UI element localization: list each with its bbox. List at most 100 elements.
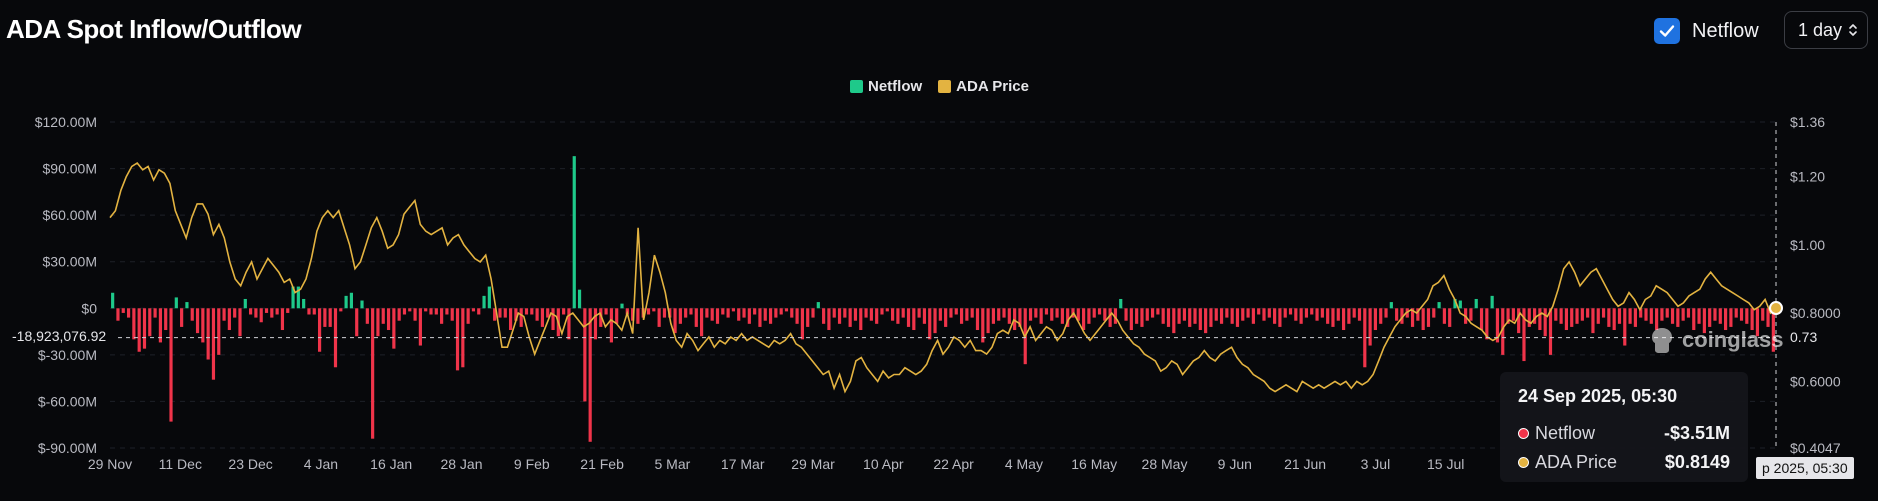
netflow-bar [1347, 308, 1351, 324]
netflow-bar [1373, 308, 1378, 331]
y-left-tick-label: $30.00M [43, 254, 97, 270]
netflow-bar [1225, 308, 1229, 318]
netflow-bar [1357, 308, 1362, 321]
netflow-bar [1320, 308, 1324, 318]
netflow-bar [1039, 308, 1043, 324]
netflow-bar [1713, 308, 1717, 321]
netflow-bar [503, 308, 507, 318]
netflow-bar [1267, 308, 1271, 318]
netflow-bar [747, 308, 751, 324]
netflow-bar [1150, 308, 1155, 318]
netflow-bar [1623, 308, 1627, 346]
x-tick-label: 9 Jun [1218, 456, 1252, 472]
netflow-bar [429, 308, 433, 315]
y-right-tick-label: $0.6000 [1790, 373, 1841, 389]
netflow-bar [906, 308, 911, 327]
netflow-bar [562, 308, 566, 315]
y-left-tick-label: $-60.00M [38, 393, 97, 409]
tooltip-dot-price [1518, 457, 1529, 468]
netflow-bar [1580, 308, 1584, 321]
netflow-bar [530, 308, 534, 315]
netflow-bar [1140, 308, 1144, 327]
netflow-bar [604, 308, 608, 315]
netflow-bar [1336, 308, 1340, 321]
tooltip-value-netflow: -$3.51M [1663, 423, 1730, 443]
netflow-bar [153, 308, 157, 318]
netflow-bar [477, 308, 481, 315]
y-right-tick-label: $0.8000 [1790, 305, 1841, 321]
netflow-bar [286, 308, 290, 313]
coinglass-logo-icon [1652, 328, 1672, 353]
x-tick-label: 15 Jul [1427, 456, 1464, 472]
netflow-bar [418, 308, 422, 346]
netflow-bar [848, 308, 852, 327]
netflow-bar [1670, 308, 1675, 324]
netflow-bar [726, 308, 730, 318]
netflow-bar [116, 308, 120, 321]
y-left-tick-label: $60.00M [43, 207, 97, 223]
netflow-bar [434, 308, 438, 315]
netflow-bar [1644, 308, 1648, 321]
x-tick-label: 4 Jan [304, 456, 338, 472]
netflow-bar [1633, 308, 1637, 327]
netflow-bar [137, 308, 141, 352]
netflow-bar [1188, 308, 1192, 327]
x-tick-label: 21 Feb [580, 456, 624, 472]
price-line [109, 161, 1777, 394]
y-right-tick-label: $1.36 [1790, 114, 1825, 130]
netflow-bar [371, 308, 375, 439]
netflow-bar [1007, 308, 1011, 324]
netflow-bar [1145, 308, 1149, 321]
netflow-bar [1209, 308, 1213, 327]
netflow-bar [355, 308, 359, 337]
netflow-bar [233, 308, 237, 318]
netflow-bar [970, 308, 974, 318]
netflow-bar [869, 308, 873, 321]
netflow-bar [1607, 308, 1611, 327]
netflow-bar [933, 308, 937, 334]
coinglass-watermark: coinglass [1648, 325, 1783, 355]
netflow-bar [959, 308, 964, 324]
netflow-bar [546, 308, 550, 318]
netflow-bar [1442, 308, 1446, 324]
netflow-bar [280, 308, 285, 331]
netflow-bar [721, 308, 725, 315]
price-hover-point [1769, 301, 1783, 316]
netflow-bar [524, 308, 529, 315]
netflow-bar [827, 308, 831, 331]
netflow-bar [954, 308, 958, 315]
netflow-bar [694, 308, 698, 327]
netflow-bar [302, 298, 306, 309]
netflow-bar [365, 308, 369, 324]
netflow-bar [1479, 308, 1484, 331]
netflow-bar [1135, 308, 1139, 324]
netflow-bar [360, 300, 364, 309]
netflow-bar [636, 308, 640, 324]
netflow-bar [986, 308, 990, 334]
x-tick-label: 11 Dec [159, 456, 202, 472]
netflow-bar [1617, 308, 1622, 324]
netflow-bar [424, 308, 428, 312]
netflow-bar [662, 308, 667, 318]
netflow-bar [1379, 308, 1383, 324]
netflow-bar [1395, 308, 1399, 321]
netflow-bar [1177, 308, 1181, 324]
tooltip-value-price: $0.8149 [1664, 452, 1730, 472]
netflow-bar [392, 308, 396, 349]
netflow-bar [1426, 308, 1431, 327]
netflow-bar [1586, 308, 1590, 318]
netflow-bar [1548, 308, 1553, 355]
netflow-bar [1469, 308, 1473, 321]
netflow-bar [535, 308, 539, 321]
netflow-bar [991, 308, 995, 324]
netflow-bar [1538, 308, 1542, 331]
netflow-bar [1564, 308, 1569, 331]
netflow-bar [1697, 308, 1701, 324]
netflow-bar [1278, 308, 1282, 327]
netflow-bar [323, 308, 327, 327]
netflow-bar [1230, 308, 1234, 324]
netflow-bar [238, 308, 242, 337]
netflow-bar [349, 292, 354, 309]
netflow-bar [731, 308, 736, 312]
netflow-bar [1235, 308, 1240, 327]
